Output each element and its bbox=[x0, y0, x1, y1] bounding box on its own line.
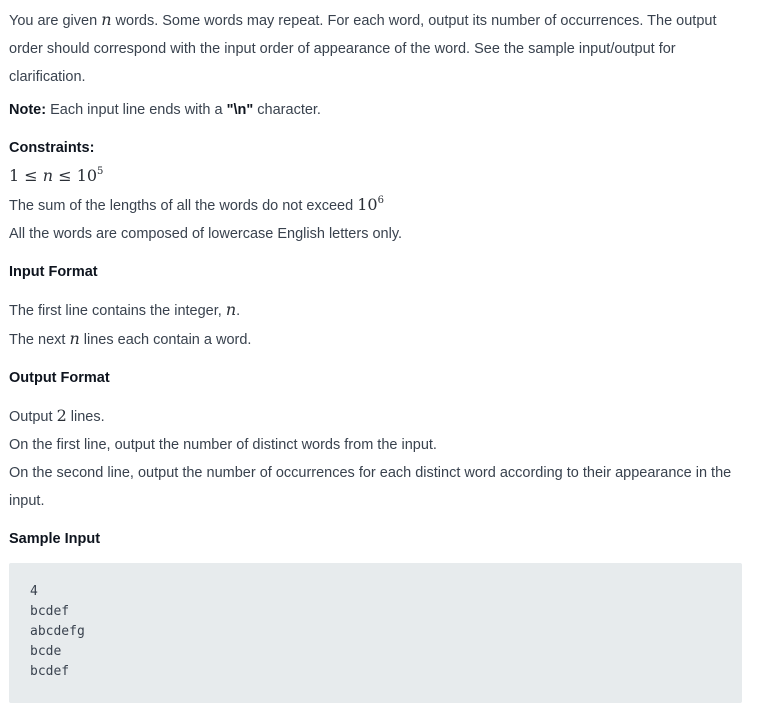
variable-n: n bbox=[225, 300, 237, 319]
output-format-line-3: On the second line, output the number of… bbox=[9, 465, 732, 509]
intro-text-end: words. Some words may repeat. For each w… bbox=[9, 13, 717, 85]
problem-intro: You are given n words. Some words may re… bbox=[9, 6, 743, 91]
sample-input-code-block[interactable]: 4 bcdef abcdefg bcde bcdef bbox=[9, 563, 742, 703]
variable-n: n bbox=[69, 329, 80, 348]
sum-limit-exponent: 6 bbox=[377, 195, 384, 206]
note-label: Note: bbox=[9, 102, 47, 118]
leq-symbol: ≤ bbox=[58, 166, 72, 185]
problem-statement: You are given n words. Some words may re… bbox=[0, 0, 743, 703]
constraints-heading: Constraints: bbox=[9, 140, 95, 156]
output-format-line-2: On the first line, output the number of … bbox=[9, 437, 437, 453]
sample-input-line: bcde bbox=[30, 644, 62, 659]
constraint-lowercase: All the words are composed of lowercase … bbox=[9, 226, 403, 242]
constraint-sum-lengths: The sum of the lengths of all the words … bbox=[9, 191, 743, 220]
input-format-heading: Input Format bbox=[9, 264, 98, 280]
variable-n: n bbox=[101, 10, 112, 29]
note-text: Each input line ends with a bbox=[46, 102, 227, 118]
note-line: Note: Each input line ends with a "\n" c… bbox=[9, 96, 743, 124]
range-lower: 1 bbox=[9, 166, 20, 185]
intro-text-start: You are given bbox=[9, 13, 102, 29]
sample-input-line: bcdef bbox=[30, 604, 70, 619]
range-upper-base: 10 bbox=[76, 166, 98, 185]
input-format-line-1: The first line contains the integer, n. bbox=[9, 300, 241, 319]
sum-limit-base: 10 bbox=[357, 195, 378, 214]
note-text-end: character. bbox=[253, 102, 321, 118]
output-format-line-1: Output 2 lines. bbox=[9, 406, 105, 425]
line-count: 2 bbox=[56, 406, 67, 425]
newline-literal: "\n" bbox=[226, 102, 254, 118]
sample-input-heading: Sample Input bbox=[9, 531, 101, 547]
leq-symbol: ≤ bbox=[24, 166, 38, 185]
variable-n: n bbox=[42, 166, 54, 185]
sample-input-line: 4 bbox=[30, 584, 38, 599]
sample-input-line: abcdefg bbox=[30, 624, 85, 639]
constraint-n-range: 1 ≤ n ≤ 105 bbox=[9, 162, 743, 191]
range-upper-exponent: 5 bbox=[97, 166, 104, 177]
sample-input-line: bcdef bbox=[30, 664, 70, 679]
sum-lengths-text: The sum of the lengths of all the words … bbox=[9, 198, 358, 214]
output-format-heading: Output Format bbox=[9, 370, 110, 386]
input-format-line-2: The next n lines each contain a word. bbox=[9, 329, 252, 348]
